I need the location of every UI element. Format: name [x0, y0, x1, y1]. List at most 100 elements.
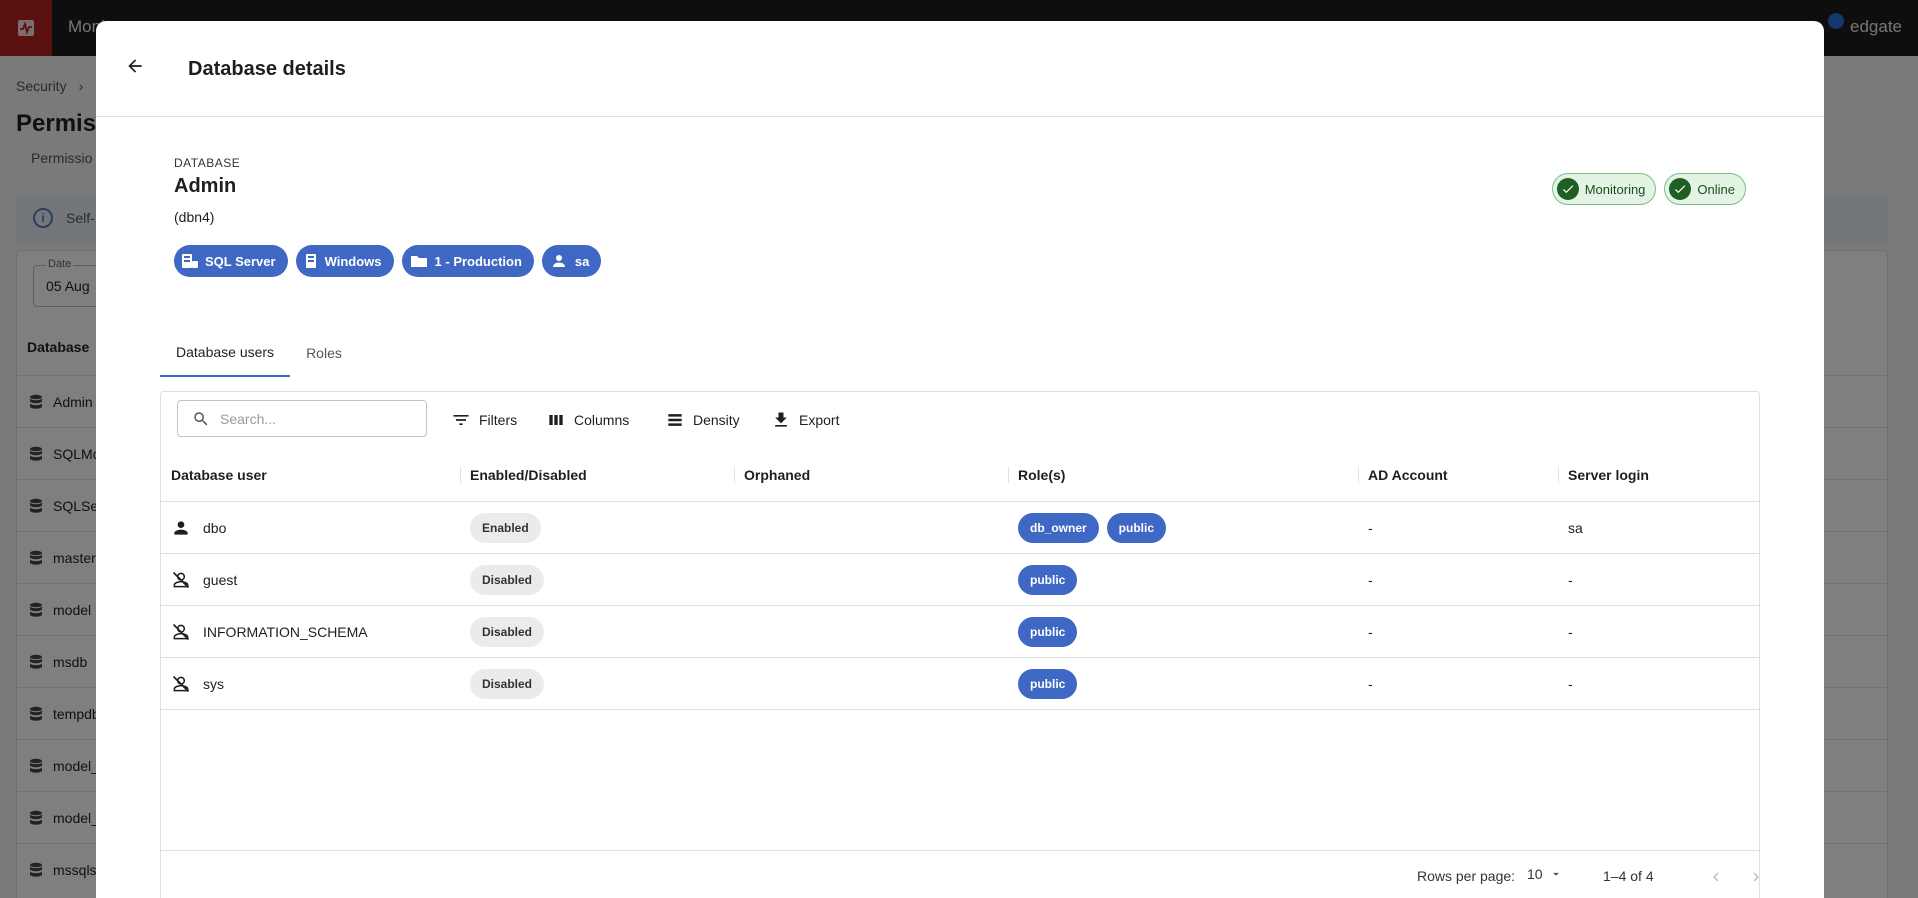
chevron-left-icon: [1713, 872, 1719, 882]
database-instance: (dbn4): [174, 209, 215, 225]
next-page-button[interactable]: [1742, 863, 1770, 891]
columns-icon: [549, 415, 563, 425]
user-name: dbo: [203, 520, 227, 536]
state-badge: Disabled: [470, 669, 545, 699]
cell-user: guest: [171, 554, 237, 606]
cell-roles: public: [1018, 606, 1085, 658]
chip-owner: sa: [541, 245, 602, 277]
export-label: Export: [799, 412, 840, 428]
state-badge: Disabled: [470, 565, 545, 595]
role-chip: public: [1018, 565, 1078, 595]
chip-label: 1 - Production: [434, 253, 522, 269]
role-chip: public: [1106, 513, 1167, 543]
column-header[interactable]: Server login: [1558, 447, 1649, 502]
database-details-dialog: Database details DATABASE Admin (dbn4) S…: [96, 21, 1824, 898]
pagination-range: 1–4 of 4: [1603, 868, 1654, 884]
filter-icon: [453, 415, 469, 425]
search-input[interactable]: [220, 410, 410, 427]
arrow-back-icon: [128, 59, 142, 73]
state-badge: Disabled: [470, 617, 545, 647]
database-users-grid: Filters Columns Density Export Database …: [160, 391, 1760, 898]
column-header[interactable]: Database user: [161, 447, 267, 502]
cell-server-login: -: [1568, 572, 1573, 588]
person-icon: [171, 518, 193, 538]
tab-roles[interactable]: Roles: [290, 329, 358, 377]
person-off-icon: [171, 622, 193, 642]
rows-per-page-value: 10: [1527, 866, 1543, 882]
dialog-header: Database details: [96, 21, 1824, 117]
cell-state: Disabled: [470, 606, 545, 658]
cell-roles: public: [1018, 658, 1085, 710]
rows-per-page-select[interactable]: 10: [1527, 866, 1563, 882]
cell-ad-account: -: [1368, 676, 1373, 692]
cell-user: sys: [171, 658, 224, 710]
density-label: Density: [693, 412, 740, 428]
chip-label: Windows: [324, 253, 382, 269]
person-off-icon: [171, 570, 193, 590]
role-chip: public: [1018, 617, 1078, 647]
cell-user: dbo: [171, 502, 226, 554]
role-chip: db_owner: [1018, 513, 1099, 543]
download-icon: [775, 412, 787, 427]
column-header[interactable]: Role(s): [1008, 447, 1065, 502]
tab-database-users[interactable]: Database users: [160, 329, 291, 377]
caret-down-icon: [1552, 872, 1559, 876]
column-header[interactable]: AD Account: [1358, 447, 1448, 502]
status-label: Online: [1697, 181, 1735, 197]
density-button[interactable]: Density: [665, 406, 740, 434]
chip-label: sa: [574, 253, 590, 269]
cell-ad-account: -: [1368, 520, 1373, 536]
table-header: Database user Enabled/Disabled Orphaned …: [161, 447, 1759, 502]
search-icon: [194, 411, 208, 425]
user-name: sys: [203, 676, 224, 692]
check-circle-icon: [1556, 178, 1579, 200]
windows-server-icon: [305, 254, 316, 268]
columns-button[interactable]: Columns: [546, 406, 629, 434]
cell-state: Disabled: [470, 658, 545, 710]
cell-state: Enabled: [470, 502, 541, 554]
grid-toolbar: Filters Columns Density Export: [161, 392, 1759, 447]
cell-roles: public: [1018, 554, 1085, 606]
database-name: Admin: [174, 175, 237, 197]
user-name: INFORMATION_SCHEMA: [203, 624, 368, 640]
cell-user: INFORMATION_SCHEMA: [171, 606, 368, 658]
database-tags: SQL Server Windows 1 - Production sa: [174, 245, 602, 277]
database-status: Monitoring Online: [1551, 173, 1746, 205]
column-header[interactable]: Enabled/Disabled: [460, 447, 587, 502]
cell-server-login: sa: [1568, 520, 1583, 536]
user-name: guest: [203, 572, 238, 588]
role-chip: public: [1018, 669, 1078, 699]
chip-sql-server: SQL Server: [174, 245, 288, 277]
previous-page-button[interactable]: [1702, 863, 1730, 891]
folder-icon: [410, 256, 427, 267]
back-button[interactable]: [116, 47, 154, 85]
table-row[interactable]: INFORMATION_SCHEMA Disabled public - -: [161, 606, 1759, 658]
export-button[interactable]: Export: [771, 406, 839, 434]
cell-roles: db_owner public: [1018, 502, 1174, 554]
table-row[interactable]: guest Disabled public - -: [161, 554, 1759, 606]
chip-label: SQL Server: [205, 253, 276, 269]
status-monitoring: Monitoring: [1551, 173, 1657, 205]
columns-label: Columns: [574, 412, 630, 428]
search-box: [177, 400, 427, 437]
cell-ad-account: -: [1368, 572, 1373, 588]
table-row[interactable]: sys Disabled public - -: [161, 658, 1759, 710]
dialog-title: Database details: [188, 58, 346, 80]
status-label: Monitoring: [1584, 181, 1646, 197]
filters-button[interactable]: Filters: [451, 406, 517, 434]
cell-state: Disabled: [470, 554, 545, 606]
check-circle-icon: [1669, 178, 1692, 200]
state-badge: Enabled: [470, 513, 541, 543]
chip-environment: 1 - Production: [401, 245, 534, 277]
column-header[interactable]: Orphaned: [734, 447, 810, 502]
sql-server-icon: [182, 254, 198, 268]
rows-per-page-label: Rows per page:: [1417, 868, 1516, 884]
cell-ad-account: -: [1368, 624, 1373, 640]
details-tabs: Database users Roles: [160, 329, 358, 377]
cell-server-login: -: [1568, 676, 1573, 692]
cell-server-login: -: [1568, 624, 1573, 640]
chip-windows: Windows: [295, 245, 394, 277]
database-kicker: DATABASE: [174, 156, 241, 170]
chevron-right-icon: [1753, 872, 1759, 882]
table-row[interactable]: dbo Enabled db_owner public - sa: [161, 502, 1759, 554]
